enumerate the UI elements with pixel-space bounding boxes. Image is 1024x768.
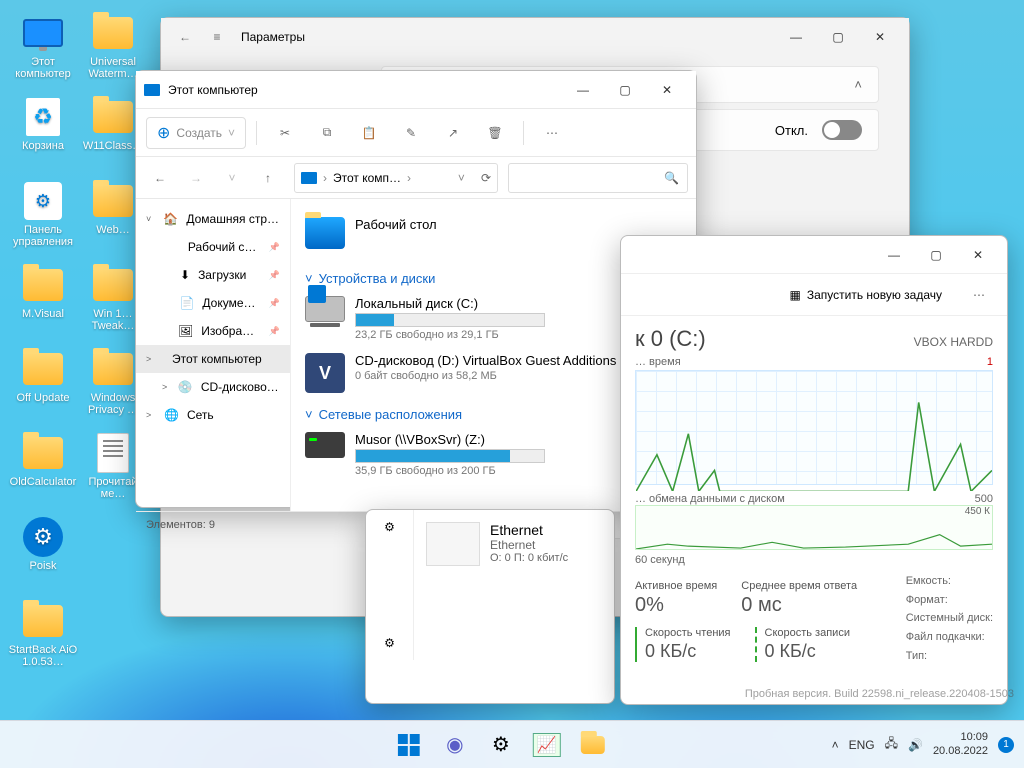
taskbar-taskmgr-icon[interactable]: 📈 bbox=[527, 725, 567, 765]
address-bar-row: ← → ˅ ↑ › Этот комп… › ˅ ⟳ 🔍 bbox=[136, 157, 696, 199]
taskbar-settings-icon[interactable]: ⚙ bbox=[481, 725, 521, 765]
tray-notification-badge[interactable]: 1 bbox=[998, 737, 1014, 753]
maximize-button[interactable]: ▢ bbox=[604, 74, 646, 106]
nav-recent[interactable]: ˅ bbox=[216, 162, 248, 194]
explorer-sidebar: ˅🏠Домашняя стра…Рабочий ст…📌⬇Загрузки📌📄Д… bbox=[136, 199, 291, 511]
maximize-button[interactable]: ▢ bbox=[915, 239, 957, 271]
close-button[interactable]: ✕ bbox=[646, 74, 688, 106]
settings-titlebar: ← ≡ Параметры — ▢ ✕ bbox=[161, 18, 909, 56]
desktop-icon[interactable]: StartBack AiO 1.0.53… bbox=[8, 596, 78, 680]
taskbar-explorer-icon[interactable] bbox=[573, 725, 613, 765]
desktop-icon[interactable]: ⚙Панель управления bbox=[8, 176, 78, 260]
pc-icon bbox=[144, 84, 160, 96]
new-button[interactable]: ⊕Создать˅ bbox=[146, 117, 246, 149]
disk-label: к 0 (C:) bbox=[635, 326, 706, 352]
ethernet-rate: О: 0 П: 0 кбит/с bbox=[490, 552, 568, 564]
toggle-switch[interactable] bbox=[822, 120, 862, 140]
settings-title: Параметры bbox=[241, 30, 775, 44]
breadcrumb[interactable]: › Этот комп… › ˅ ⟳ bbox=[294, 163, 498, 193]
desktop-icon[interactable]: ⚙Poisk bbox=[8, 512, 78, 596]
toggle-label: Откл. bbox=[775, 123, 808, 138]
desktop-icon[interactable]: M.Visual bbox=[8, 260, 78, 344]
more-icon[interactable]: ⋯ bbox=[534, 115, 570, 151]
close-button[interactable]: ✕ bbox=[957, 239, 999, 271]
disk-meta: Емкость:Формат:Системный диск:Файл подка… bbox=[906, 572, 993, 665]
taskmgr-titlebar: — ▢ ✕ bbox=[621, 236, 1007, 274]
nav-back[interactable]: ← bbox=[144, 162, 176, 194]
sidebar-item[interactable]: Рабочий ст…📌 bbox=[136, 233, 290, 261]
tray-volume-icon[interactable]: 🔊 bbox=[908, 738, 923, 752]
system-tray: ˄ ENG 🖧 🔊 10:09 20.08.2022 1 bbox=[822, 731, 1024, 757]
explorer-titlebar: Этот компьютер — ▢ ✕ bbox=[136, 71, 696, 109]
copy-icon[interactable]: ⧉ bbox=[309, 115, 345, 151]
desktop-icon[interactable]: Этот компьютер bbox=[8, 8, 78, 92]
close-button[interactable]: ✕ bbox=[859, 21, 901, 53]
taskmgr-window: — ▢ ✕ ▦Запустить новую задачу ⋯ к 0 (C:)… bbox=[620, 235, 1008, 705]
watermark-text: Пробная версия. Build 22598.ni_release.2… bbox=[745, 688, 1014, 700]
tray-language[interactable]: ENG bbox=[849, 738, 875, 752]
gear-icon[interactable]: ⚙ bbox=[384, 636, 395, 650]
taskbar: ◉ ⚙ 📈 ˄ ENG 🖧 🔊 10:09 20.08.2022 1 bbox=[0, 720, 1024, 768]
run-task-button[interactable]: ▦Запустить новую задачу bbox=[781, 283, 952, 307]
delete-icon[interactable]: 🗑 bbox=[477, 115, 513, 151]
gear-icon[interactable]: ⚙ bbox=[384, 520, 395, 534]
disk-activity-graph bbox=[635, 370, 993, 485]
more-icon[interactable]: ⋯ bbox=[961, 277, 997, 313]
cut-icon[interactable]: ✂ bbox=[267, 115, 303, 151]
hamburger-icon[interactable]: ≡ bbox=[201, 21, 233, 53]
sidebar-item[interactable]: ˅🏠Домашняя стра… bbox=[136, 205, 290, 233]
taskmgr-toolbar: ▦Запустить новую задачу ⋯ bbox=[621, 274, 1007, 316]
minimize-button[interactable]: — bbox=[775, 21, 817, 53]
graph-xaxis: 60 секунд bbox=[635, 554, 993, 566]
explorer-toolbar: ⊕Создать˅ ✂ ⧉ 📋 ✎ ↗ 🗑 ⋯ bbox=[136, 109, 696, 157]
pc-icon bbox=[301, 172, 317, 184]
sidebar-item[interactable]: >Этот компьютер bbox=[136, 345, 290, 373]
paste-icon[interactable]: 📋 bbox=[351, 115, 387, 151]
ethernet-title: Ethernet bbox=[490, 522, 568, 538]
minimize-button[interactable]: — bbox=[873, 239, 915, 271]
search-input[interactable]: 🔍 bbox=[508, 163, 688, 193]
start-button[interactable] bbox=[389, 725, 429, 765]
sidebar-item[interactable]: >🌐Сеть bbox=[136, 401, 290, 429]
item-count: Элементов: 9 bbox=[146, 519, 215, 531]
tray-chevron-icon[interactable]: ˄ bbox=[832, 738, 839, 752]
minimize-button[interactable]: — bbox=[562, 74, 604, 106]
disk-model: VBOX HARDD bbox=[914, 335, 993, 349]
share-icon[interactable]: ↗ bbox=[435, 115, 471, 151]
tray-network-icon[interactable]: 🖧 bbox=[885, 734, 898, 755]
nav-up[interactable]: ↑ bbox=[252, 162, 284, 194]
desktop-icon[interactable]: Off Update bbox=[8, 344, 78, 428]
sidebar-item[interactable]: >💿CD-дисковод (D… bbox=[136, 373, 290, 401]
taskbar-chat-icon[interactable]: ◉ bbox=[435, 725, 475, 765]
disk-transfer-graph: 450 К bbox=[635, 505, 993, 550]
desktop-icon[interactable]: Корзина bbox=[8, 92, 78, 176]
explorer-window: Этот компьютер — ▢ ✕ ⊕Создать˅ ✂ ⧉ 📋 ✎ ↗… bbox=[135, 70, 697, 508]
desktop-icons: Этот компьютерКорзина⚙Панель управленияM… bbox=[8, 8, 148, 708]
sidebar-item[interactable]: 📄Документы📌 bbox=[136, 289, 290, 317]
back-button[interactable]: ← bbox=[169, 21, 201, 53]
ethernet-sub: Ethernet bbox=[490, 538, 568, 552]
maximize-button[interactable]: ▢ bbox=[817, 21, 859, 53]
ethernet-thumb bbox=[426, 522, 480, 566]
sidebar-item[interactable]: ⬇Загрузки📌 bbox=[136, 261, 290, 289]
chevron-up-icon: ˄ bbox=[854, 77, 862, 92]
tray-clock[interactable]: 10:09 20.08.2022 bbox=[933, 731, 988, 757]
rename-icon[interactable]: ✎ bbox=[393, 115, 429, 151]
explorer-title: Этот компьютер bbox=[168, 83, 562, 97]
sidebar-item[interactable]: 🖼Изображен…📌 bbox=[136, 317, 290, 345]
nav-forward[interactable]: → bbox=[180, 162, 212, 194]
desktop-icon[interactable]: OldCalculator bbox=[8, 428, 78, 512]
ethernet-window: ⚙ ⚙ Ethernet Ethernet О: 0 П: 0 кбит/с bbox=[365, 509, 615, 704]
